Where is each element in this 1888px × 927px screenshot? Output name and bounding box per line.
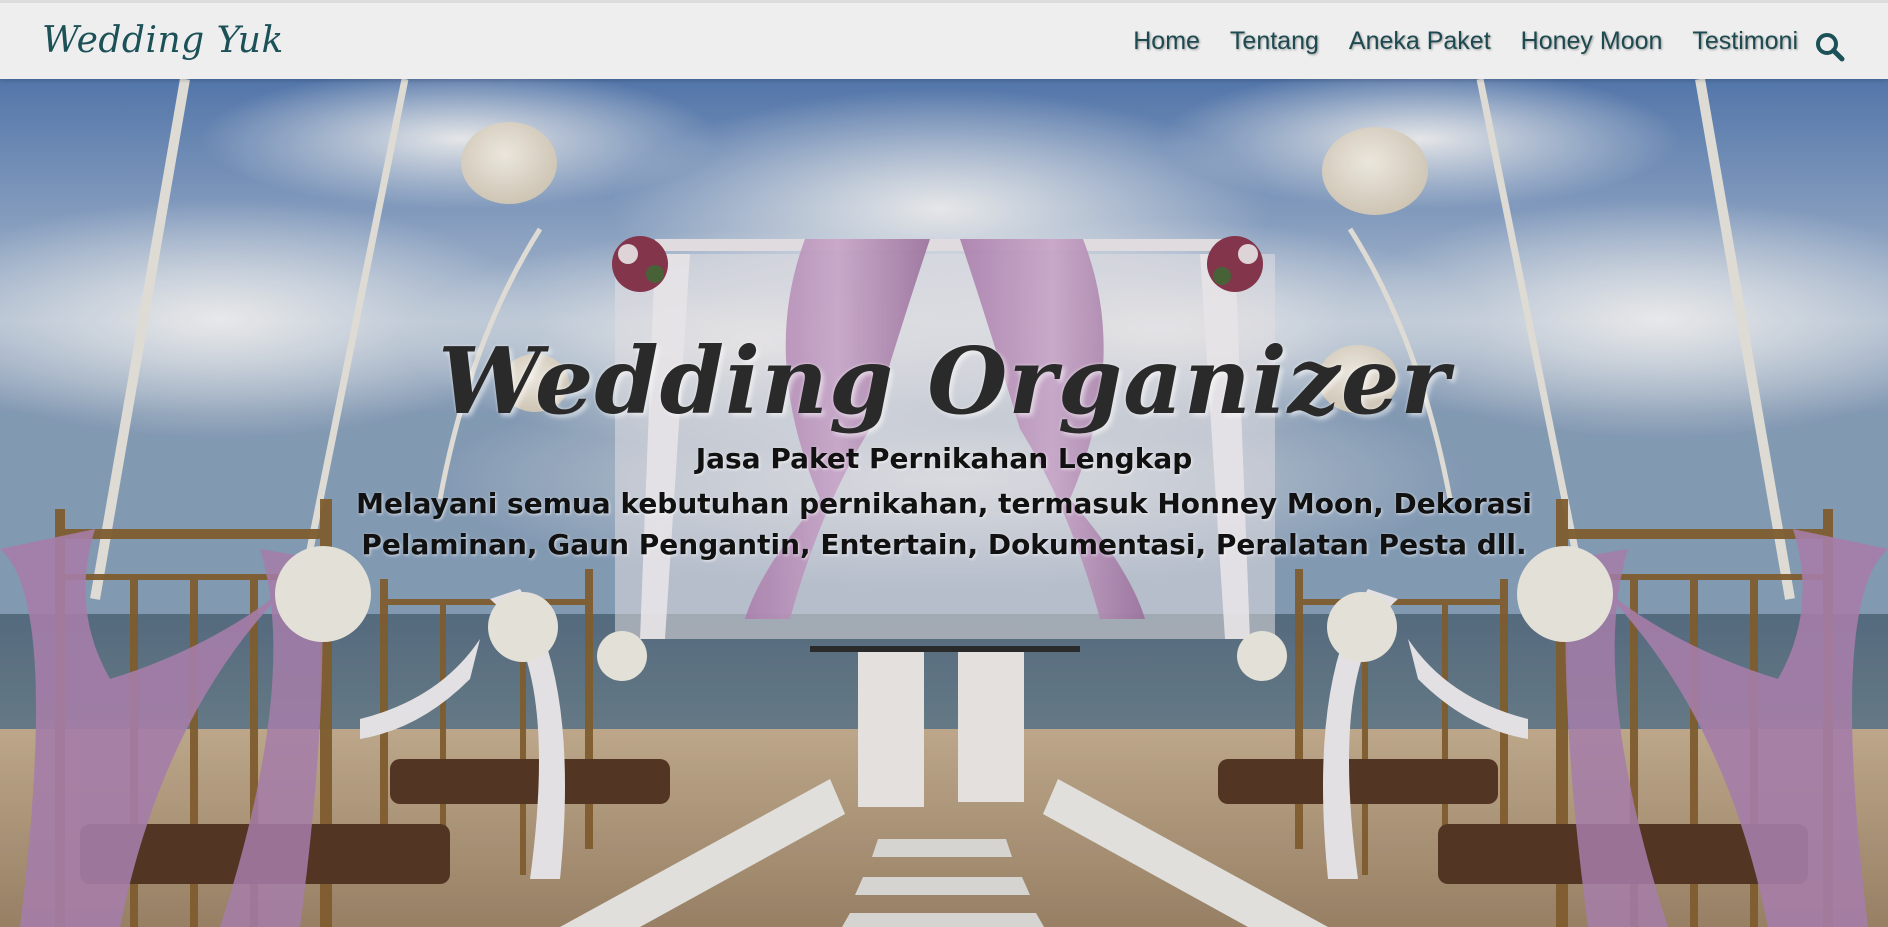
nav-link-tentang[interactable]: Tentang xyxy=(1230,27,1319,56)
hero-section: Wedding Organizer Jasa Paket Pernikahan … xyxy=(0,79,1888,927)
nav-link-aneka-paket[interactable]: Aneka Paket xyxy=(1349,27,1491,56)
hero-subtitle: Jasa Paket Pernikahan Lengkap xyxy=(695,442,1193,475)
search-icon[interactable] xyxy=(1814,31,1846,63)
brand-logo[interactable]: Wedding Yuk xyxy=(42,20,284,61)
nav-link-testimoni[interactable]: Testimoni xyxy=(1692,27,1798,56)
nav-links: Home Tentang Aneka Paket Honey Moon Test… xyxy=(1133,27,1798,56)
nav-link-honey-moon[interactable]: Honey Moon xyxy=(1521,27,1663,56)
navbar: Wedding Yuk Home Tentang Aneka Paket Hon… xyxy=(0,0,1888,79)
hero-title: Wedding Organizer xyxy=(438,327,1450,435)
hero-description: Melayani semua kebutuhan pernikahan, ter… xyxy=(356,487,1532,561)
nav-link-home[interactable]: Home xyxy=(1133,27,1200,56)
